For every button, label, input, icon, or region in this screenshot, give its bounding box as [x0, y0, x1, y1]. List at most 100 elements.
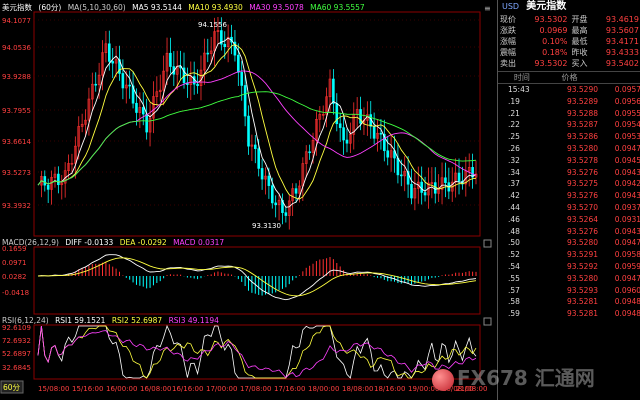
time-axis-label: 18/08:00 [342, 385, 373, 393]
tick-row: .55 93.5280 0.0947 [498, 273, 640, 285]
tick-row: .50 93.5280 0.0947 [498, 237, 640, 249]
candle-body [433, 182, 437, 194]
rsi-header: RSI(6,12,24) RSI1 59.1521 RSI2 52.6987 R… [2, 316, 223, 325]
tick-row: .34 93.5276 0.0943 [498, 167, 640, 179]
candle-body [342, 127, 345, 141]
rsi3-line [37, 325, 477, 379]
quote-row: 涨幅 0.10% 最低 93.4171 [498, 36, 640, 47]
tick-change: 0.0931 [614, 214, 640, 224]
candle-body [247, 115, 250, 147]
rsi3-value: RSI3 49.1194 [168, 316, 219, 325]
tick-price: 93.5276 [566, 191, 598, 201]
price-panel [33, 11, 481, 237]
tick-row: .32 93.5278 0.0945 [498, 155, 640, 167]
tick-price: 93.5290 [566, 85, 598, 94]
tick-head-change [593, 72, 640, 83]
tick-row: .42 93.5276 0.0943 [498, 190, 640, 202]
candle-body [420, 181, 423, 193]
candle-body [169, 52, 172, 67]
tick-time: .19 [508, 96, 520, 106]
settings-icon[interactable] [483, 239, 492, 248]
tick-list[interactable]: 15:43 93.5290 0.0957 .19 93.5289 0.0956 .21 93.… [498, 84, 640, 320]
quote-label: 震幅 [500, 48, 516, 57]
quote-value: 0.18% [542, 48, 568, 57]
candle-body [410, 183, 413, 199]
candle-body [43, 176, 47, 186]
candle-body [457, 172, 461, 182]
quote-label: 涨幅 [500, 37, 516, 46]
macd-value: MACD 0.0317 [173, 238, 225, 247]
candle-body [396, 157, 400, 176]
tick-change: 0.0937 [614, 202, 640, 212]
tick-time: .48 [508, 226, 520, 236]
quote-value: 0.10% [542, 37, 568, 46]
tick-time: .25 [508, 132, 520, 142]
rsi1-value: RSI1 59.1521 [55, 316, 106, 325]
tick-change: 0.0942 [614, 179, 640, 189]
price-axis-label: 93.9288 [2, 73, 31, 81]
candle-body [308, 151, 311, 154]
tick-price: 93.5287 [566, 120, 598, 130]
candle-body [240, 72, 244, 86]
rsi-axis-label: 72.6932 [2, 337, 31, 345]
quote-value: 93.5302 [534, 59, 568, 68]
tick-price: 93.5281 [566, 309, 598, 319]
tick-change: 0.0956 [614, 96, 640, 106]
macd-panel [33, 246, 481, 315]
quote-value: 93.5607 [605, 26, 639, 35]
macd-label: MACD(26,12,9) [2, 238, 59, 247]
watermark-text: FX678 汇通网 [457, 366, 595, 390]
tick-time: .34 [508, 167, 520, 177]
quote-table: 现价 93.5302 开盘 93.4619 涨跌 0.0969 最高 93.5607 涨幅 0.1… [498, 14, 640, 69]
candle-body [206, 52, 210, 55]
tick-head-time: 时间 [513, 73, 530, 82]
menu-icon: ≡ [484, 4, 491, 13]
candle-body [237, 54, 240, 73]
tick-price: 93.5293 [566, 285, 598, 295]
tick-time: .55 [508, 273, 520, 283]
rsi2-value: RSI2 52.6987 [111, 316, 163, 325]
ma30-line [37, 70, 477, 186]
quote-row: 卖出 93.5302 买入 93.5402 [498, 58, 640, 69]
tick-row: .37 93.5275 0.0942 [498, 178, 640, 190]
kline-chart[interactable]: 94.1077 94.0536 93.9288 93.7955 93.6614 93.52… [0, 0, 497, 400]
candle-body [94, 83, 98, 86]
tick-row: .44 93.5270 0.0937 [498, 202, 640, 214]
tick-price: 93.5289 [566, 96, 598, 106]
price-axis-label: 93.6614 [2, 138, 31, 146]
tick-change: 0.0960 [614, 285, 640, 295]
time-axis-label: 16/08:00 [140, 385, 171, 393]
time-axis-label: 15/16:00 [72, 385, 103, 393]
tick-price: 93.5270 [566, 202, 598, 212]
tick-time: .50 [508, 238, 520, 248]
tick-change: 0.0954 [614, 120, 640, 130]
tick-row: 15:43 93.5290 0.0957 [498, 84, 640, 96]
candle-body [423, 192, 427, 196]
rsi-axis-label: 32.6845 [2, 364, 31, 372]
tick-price: 93.5278 [566, 155, 598, 165]
tick-time: .26 [508, 143, 520, 153]
quote-row: 涨跌 0.0969 最高 93.5607 [498, 25, 640, 36]
candle-body [145, 113, 148, 133]
quote-label: 最低 [571, 37, 588, 46]
candle-body [274, 202, 277, 206]
instrument-code: USD [502, 2, 520, 11]
tick-change: 0.0947 [614, 143, 640, 153]
low-annotation: 93.3130 [252, 222, 281, 230]
candle-body [257, 148, 260, 169]
candle-body [386, 150, 390, 158]
tick-price: 93.5280 [566, 143, 598, 153]
settings-icon[interactable] [483, 317, 492, 326]
ma5-value: MA5 93.5144 [132, 3, 182, 12]
quote-value: 0.0969 [539, 26, 568, 35]
tick-price: 93.5276 [566, 226, 598, 236]
candle-body [270, 185, 274, 204]
high-annotation: 94.1556 [198, 21, 227, 29]
period-label: (60分) [38, 3, 62, 12]
candle-body [400, 174, 403, 177]
chart-area[interactable]: 94.1077 94.0536 93.9288 93.7955 93.6614 93.52… [0, 0, 497, 400]
candle-body [284, 212, 288, 216]
candle-body [141, 107, 145, 115]
tick-price: 93.5275 [566, 179, 598, 189]
candle-body [332, 78, 335, 104]
